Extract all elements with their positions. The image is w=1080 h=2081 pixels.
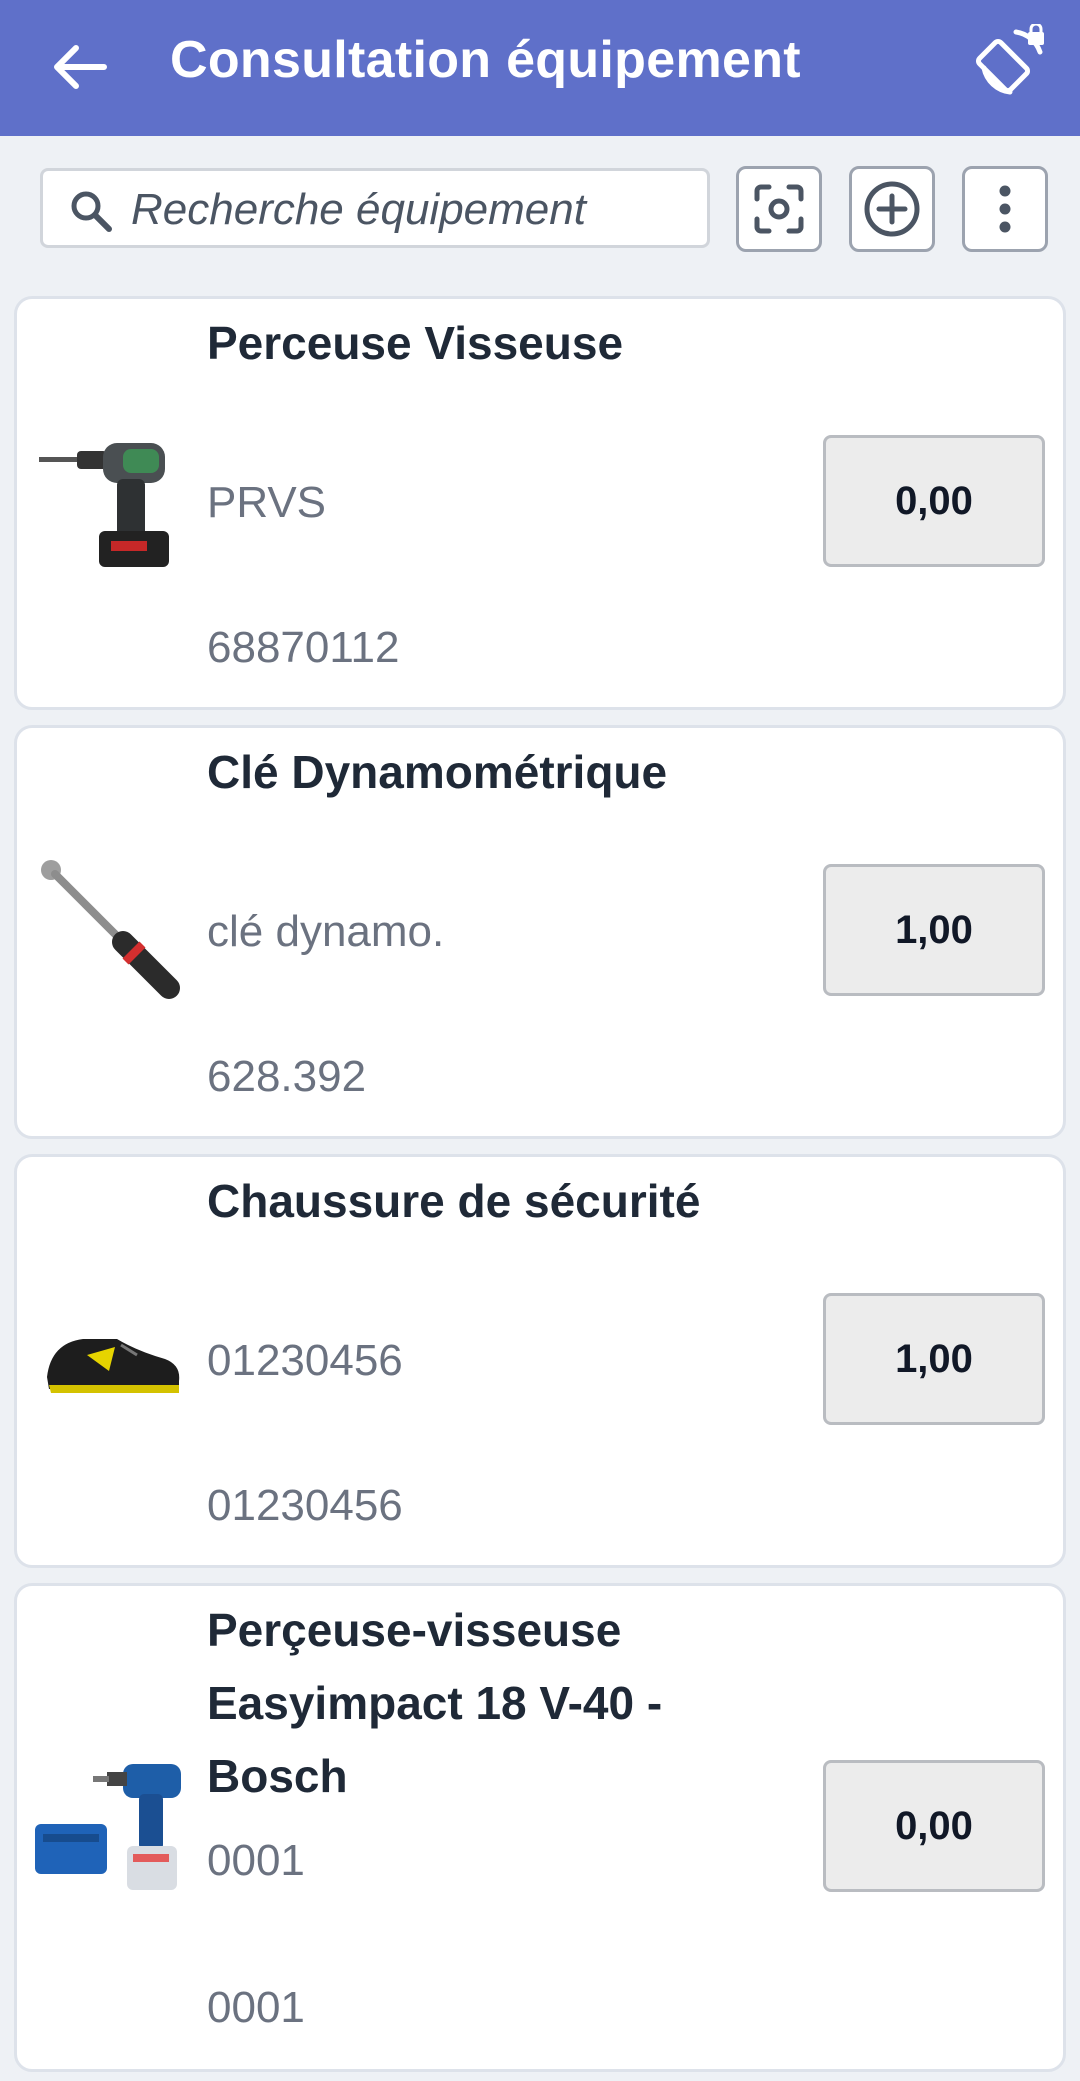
- drill-image: [39, 443, 169, 567]
- page-title: Consultation équipement: [170, 31, 801, 89]
- search-toolbar: [0, 136, 1080, 284]
- equipment-reference: 628.392: [207, 1052, 367, 1101]
- equipment-name: Clé Dynamométrique: [207, 746, 668, 798]
- search-icon: [71, 191, 112, 232]
- quantity-field[interactable]: 0,00: [823, 435, 1045, 567]
- equipment-code: PRVS: [207, 478, 327, 527]
- quantity-field[interactable]: 1,00: [823, 1293, 1045, 1425]
- bosch-drill-image: [35, 1764, 181, 1890]
- equipment-name: Chaussure de sécurité: [207, 1175, 701, 1227]
- scan-button[interactable]: [736, 166, 822, 252]
- arrow-left-icon[interactable]: [46, 34, 112, 100]
- equipment-reference: 01230456: [207, 1481, 403, 1530]
- more-vertical-icon: [999, 185, 1011, 233]
- search-box[interactable]: [40, 168, 710, 248]
- equipment-card[interactable]: Clé Dynamométrique clé dynamo. 628.392 1…: [14, 725, 1066, 1139]
- scan-icon: [754, 184, 804, 234]
- torque-wrench-image: [41, 860, 180, 999]
- equipment-code: 0001: [207, 1836, 305, 1885]
- app-bar: Consultation équipement: [0, 0, 1080, 136]
- add-circle-icon: [864, 181, 920, 237]
- more-button[interactable]: [962, 166, 1048, 252]
- equipment-name: Perçeuse-visseuse Easyimpact 18 V-40 - B…: [207, 1604, 663, 1802]
- safety-shoe-image: [47, 1339, 180, 1393]
- add-button[interactable]: [849, 166, 935, 252]
- equipment-card[interactable]: Chaussure de sécurité 01230456 01230456 …: [14, 1154, 1066, 1568]
- equipment-card[interactable]: Perceuse Visseuse PRVS 68870112 0,00: [14, 296, 1066, 710]
- equipment-code: clé dynamo.: [207, 907, 445, 956]
- equipment-card[interactable]: Perçeuse-visseuse Easyimpact 18 V-40 - B…: [14, 1583, 1066, 2072]
- equipment-reference: 68870112: [207, 623, 400, 672]
- quantity-field[interactable]: 0,00: [823, 1760, 1045, 1892]
- quantity-field[interactable]: 1,00: [823, 864, 1045, 996]
- search-input[interactable]: [129, 181, 693, 239]
- equipment-reference: 0001: [207, 1983, 305, 2032]
- equipment-name: Perceuse Visseuse: [207, 317, 624, 369]
- screen-rotation-lock-icon[interactable]: [976, 24, 1050, 98]
- equipment-code: 01230456: [207, 1336, 403, 1385]
